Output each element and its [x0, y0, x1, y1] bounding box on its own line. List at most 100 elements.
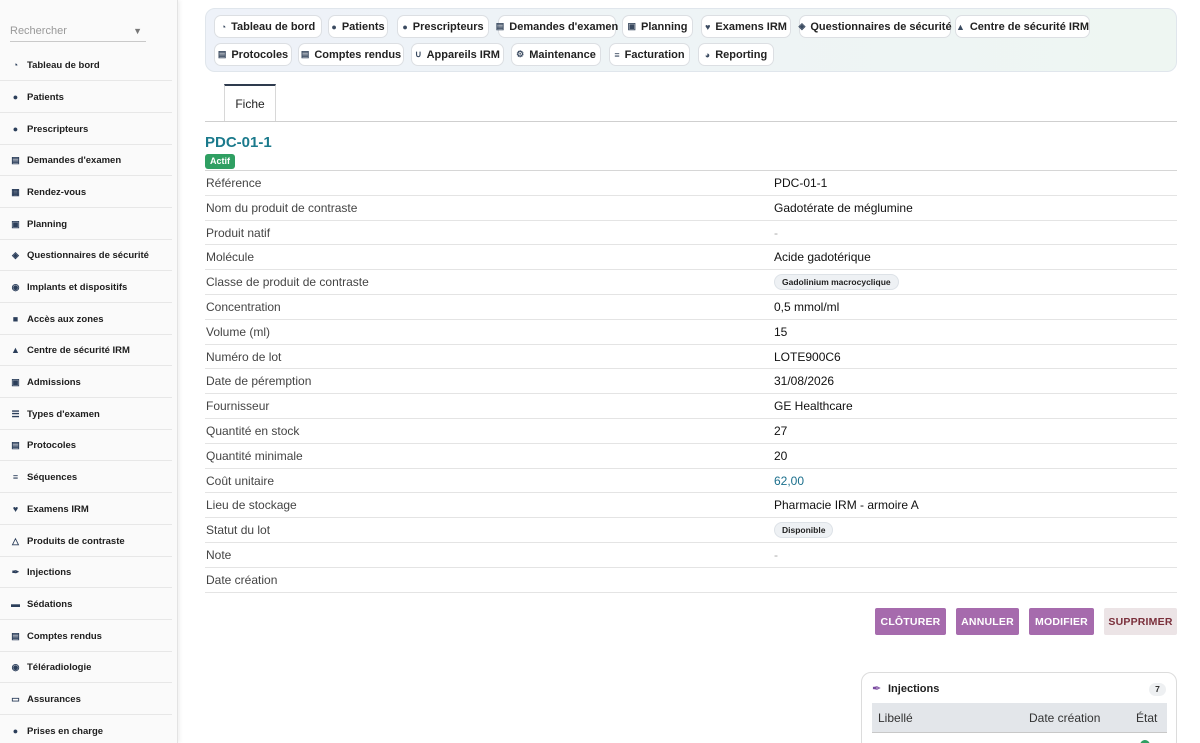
- column-header-label[interactable]: Libellé: [878, 711, 913, 725]
- sidebar-item[interactable]: ◔ Tableau de bord: [0, 50, 172, 81]
- detail-row: Statut du lot Disponible: [205, 518, 1177, 543]
- nav-button[interactable]: ● Prescripteurs: [397, 15, 489, 38]
- sequence-icon: ≡: [12, 472, 19, 482]
- sidebar-item[interactable]: ◉ Implants et dispositifs: [0, 272, 172, 303]
- nav-button[interactable]: ● Patients: [328, 15, 388, 38]
- field-label: Quantité minimale: [206, 448, 303, 463]
- syringe-icon: ✒: [872, 683, 882, 695]
- field-value: Acide gadotérique: [774, 250, 871, 265]
- tab-divider: [205, 121, 1177, 122]
- sidebar-item[interactable]: ▭ Assurances: [0, 684, 172, 715]
- tab-fiche[interactable]: Fiche: [224, 84, 276, 122]
- circle-icon: ●: [12, 726, 19, 736]
- nav-button-label: Examens IRM: [715, 20, 787, 33]
- chevron-down-icon[interactable]: ▼: [133, 22, 142, 40]
- cancel-button[interactable]: ANNULER: [956, 608, 1019, 635]
- sidebar-item-label: Tableau de bord: [27, 59, 100, 71]
- warning-icon: ▲: [11, 345, 20, 355]
- device-icon: ◉: [11, 281, 20, 292]
- detail-row: Fournisseur GE Healthcare: [205, 394, 1177, 419]
- sidebar-item[interactable]: ◉ Téléradiologie: [0, 652, 172, 683]
- column-header-date[interactable]: Date création: [1029, 711, 1100, 725]
- search-select[interactable]: Rechercher ▼: [10, 22, 146, 42]
- sidebar-item-label: Demandes d'examen: [27, 154, 122, 166]
- field-value: PDC-01-1: [774, 176, 828, 190]
- field-label: Fournisseur: [206, 399, 270, 414]
- notes-icon: ▤: [217, 49, 227, 59]
- sidebar-item[interactable]: ☰ Types d'examen: [0, 399, 172, 430]
- nav-button[interactable]: ◈ Questionnaires de sécurité: [798, 15, 952, 38]
- nav-button-label: Reporting: [715, 48, 768, 61]
- field-label: Note: [206, 547, 232, 562]
- detail-row: Lieu de stockage Pharmacie IRM - armoire …: [205, 493, 1177, 519]
- nav-button[interactable]: ◕ Reporting: [698, 43, 774, 66]
- nav-button-label: Comptes rendus: [314, 48, 402, 61]
- field-label: Classe de produit de contraste: [206, 275, 369, 290]
- field-value: 20: [774, 448, 788, 463]
- sidebar-item[interactable]: ▬ Sédations: [0, 589, 172, 620]
- nav-button[interactable]: ▲ Centre de sécurité IRM: [955, 15, 1090, 38]
- detail-row: Classe de produit de contraste Gadolinium…: [205, 270, 1177, 295]
- field-value: -: [774, 547, 778, 562]
- nav-button[interactable]: ≡ Facturation: [609, 43, 690, 66]
- detail-row: Volume (ml) 15: [205, 320, 1177, 345]
- table-row[interactable]: [872, 735, 1167, 743]
- satellite-icon: ◉: [11, 661, 20, 672]
- value-chip: Disponible: [774, 522, 834, 539]
- delete-button[interactable]: SUPPRIMER: [1104, 608, 1177, 635]
- sidebar-item[interactable]: ▲ Centre de sécurité IRM: [0, 335, 172, 366]
- field-label: Lieu de stockage: [206, 498, 297, 513]
- sidebar-item[interactable]: ♥ Examens IRM: [0, 494, 172, 525]
- detail-row: Date création: [205, 568, 1177, 593]
- injections-table-header: Libellé Date création État: [872, 703, 1167, 733]
- calendar-icon: ▦: [11, 186, 20, 197]
- field-value: 0,5 mmol/ml: [774, 299, 840, 314]
- sidebar-item-label: Téléradiologie: [27, 661, 92, 673]
- detail-row: Coût unitaire 62,00: [205, 469, 1177, 494]
- nav-button[interactable]: ♥ Examens IRM: [701, 15, 791, 38]
- sidebar-item-label: Planning: [27, 218, 68, 230]
- sidebar-item[interactable]: ● Prescripteurs: [0, 114, 172, 145]
- nav-button-label: Patients: [341, 20, 385, 33]
- flask-icon: △: [12, 535, 19, 546]
- field-value: 31/08/2026: [774, 374, 835, 389]
- detail-row: Concentration 0,5 mmol/ml: [205, 295, 1177, 320]
- user-icon: ●: [12, 92, 19, 102]
- calendar-check-icon: ▣: [11, 218, 20, 229]
- sidebar-item[interactable]: ◈ Questionnaires de sécurité: [0, 240, 172, 271]
- nav-button[interactable]: ▣ Planning: [622, 15, 693, 38]
- sidebar-item[interactable]: ▤ Comptes rendus: [0, 621, 172, 652]
- top-navigation: ◔ Tableau de bord ● Patients ● Prescripteurs ▤…: [205, 8, 1177, 72]
- lock-icon: ■: [12, 314, 19, 324]
- sidebar-item[interactable]: ▣ Admissions: [0, 367, 172, 398]
- nav-button[interactable]: ⚙ Maintenance: [511, 43, 601, 66]
- sidebar-item-label: Protocoles: [27, 439, 77, 451]
- shield-icon: ◈: [798, 21, 806, 31]
- column-header-state[interactable]: État: [1136, 711, 1157, 725]
- sidebar-item[interactable]: △ Produits de contraste: [0, 526, 172, 557]
- nav-button[interactable]: ◔ Tableau de bord: [214, 15, 322, 38]
- edit-button[interactable]: MODIFIER: [1029, 608, 1094, 635]
- nav-button[interactable]: ▤ Comptes rendus: [298, 43, 404, 66]
- sidebar-item-label: Types d'examen: [27, 408, 100, 420]
- sidebar-item[interactable]: ▤ Protocoles: [0, 430, 172, 461]
- sidebar-item[interactable]: ● Patients: [0, 82, 172, 113]
- sidebar-item[interactable]: ● Prises en charge: [0, 716, 172, 743]
- nav-button[interactable]: ▤ Protocoles: [214, 43, 292, 66]
- sidebar-item[interactable]: ≡ Séquences: [0, 462, 172, 493]
- sidebar-item[interactable]: ■ Accès aux zones: [0, 304, 172, 335]
- sidebar-item[interactable]: ▤ Demandes d'examen: [0, 145, 172, 176]
- detail-table: Référence PDC-01-1 Nom du produit de contr…: [205, 170, 1177, 593]
- nav-button[interactable]: ∪ Appareils IRM: [411, 43, 504, 66]
- nav-button[interactable]: ▤ Demandes d'examen: [496, 15, 618, 38]
- field-value[interactable]: 62,00: [774, 474, 804, 488]
- injections-count-badge: 7: [1149, 683, 1166, 696]
- close-button[interactable]: CLÔTURER: [875, 608, 946, 635]
- report-icon: ▤: [11, 630, 20, 641]
- injections-title: Injections: [888, 683, 940, 695]
- sidebar-item[interactable]: ▦ Rendez-vous: [0, 177, 172, 208]
- sidebar-item[interactable]: ✒ Injections: [0, 557, 172, 588]
- notes-icon: ▤: [11, 439, 20, 450]
- sidebar-item[interactable]: ▣ Planning: [0, 209, 172, 240]
- sidebar-item-label: Séquences: [27, 471, 78, 483]
